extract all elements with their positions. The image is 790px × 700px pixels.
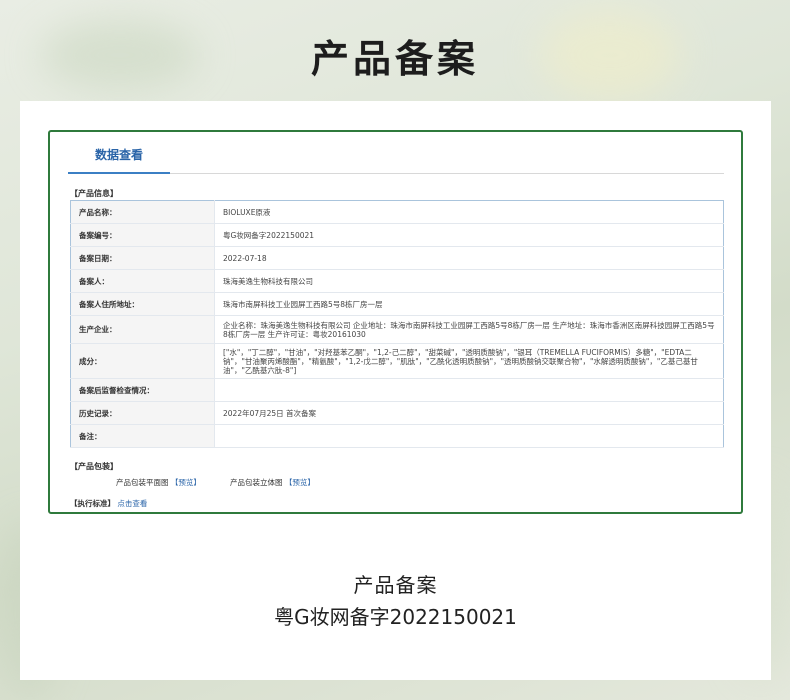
row-value: ["水"，"丁二醇"，"甘油"，"对羟基苯乙酮"，"1,2-己二醇"，"甜菜碱"… xyxy=(214,343,724,379)
packaging-flat-label: 产品包装平面图 xyxy=(116,478,169,487)
section-label-packaging: 【产品包装】 xyxy=(70,462,118,471)
row-key: 备注： xyxy=(70,424,215,448)
table-row: 历史记录： 2022年07月25日 首次备案 xyxy=(70,401,724,425)
page-title: 产品备案 xyxy=(310,37,479,81)
table-row: 备案人： 珠海美逸生物科技有限公司 xyxy=(70,269,724,293)
table-row: 生产企业： 企业名称：珠海美逸生物科技有限公司 企业地址：珠海市南屏科技工业园屏… xyxy=(70,315,724,344)
row-value: 2022年07月25日 首次备案 xyxy=(214,401,724,425)
row-key: 备案日期： xyxy=(70,246,215,270)
row-value xyxy=(214,378,724,402)
row-value xyxy=(214,424,724,448)
table-row: 产品名称： BIOLUXE原液 xyxy=(70,200,724,224)
section-label-standard: 【执行标准】 xyxy=(70,499,115,508)
packaging-solid-label: 产品包装立体图 xyxy=(230,478,283,487)
row-key: 成分： xyxy=(70,343,215,379)
footer-record-number: 粤G妆网备字2022150021 xyxy=(274,605,517,629)
row-key: 历史记录： xyxy=(70,401,215,425)
row-key: 备案人住所地址： xyxy=(70,292,215,316)
content-panel: 数据查看 【产品信息】 产品名称： BIOLUXE原液 备案编号： 粤G妆网备字… xyxy=(20,101,771,680)
row-key: 生产企业： xyxy=(70,315,215,344)
table-row: 备案人住所地址： 珠海市南屏科技工业园屏工西路5号8栋厂房一层 xyxy=(70,292,724,316)
product-info-table: 产品名称： BIOLUXE原液 备案编号： 粤G妆网备字2022150021 备… xyxy=(70,200,724,448)
row-value: 企业名称：珠海美逸生物科技有限公司 企业地址：珠海市南屏科技工业园屏工西路5号8… xyxy=(214,315,724,344)
row-key: 备案后监督检查情况： xyxy=(70,378,215,402)
table-row: 备案编号： 粤G妆网备字2022150021 xyxy=(70,223,724,247)
table-row: 备注： xyxy=(70,424,724,448)
standard-view-link[interactable]: 点击查看 xyxy=(117,499,147,508)
row-value: 2022-07-18 xyxy=(214,246,724,270)
tab-data-view[interactable]: 数据查看 xyxy=(68,144,170,174)
packaging-flat-preview-link[interactable]: 【预览】 xyxy=(171,478,201,487)
table-row: 备案后监督检查情况： xyxy=(70,378,724,402)
table-row: 备案日期： 2022-07-18 xyxy=(70,246,724,270)
packaging-solid-preview-link[interactable]: 【预览】 xyxy=(285,478,315,487)
standard-row: 【执行标准】 点击查看 xyxy=(70,498,147,509)
row-value: BIOLUXE原液 xyxy=(214,200,724,224)
packaging-solid: 产品包装立体图 【预览】 xyxy=(230,477,315,488)
row-value: 珠海市南屏科技工业园屏工西路5号8栋厂房一层 xyxy=(214,292,724,316)
row-key: 备案编号： xyxy=(70,223,215,247)
tab-bar: 数据查看 xyxy=(68,144,724,174)
footer-title: 产品备案 xyxy=(353,573,438,597)
packaging-flat: 产品包装平面图 【预览】 xyxy=(116,477,201,488)
row-key: 产品名称： xyxy=(70,200,215,224)
record-card: 数据查看 【产品信息】 产品名称： BIOLUXE原液 备案编号： 粤G妆网备字… xyxy=(48,130,743,514)
row-key: 备案人： xyxy=(70,269,215,293)
row-value: 珠海美逸生物科技有限公司 xyxy=(214,269,724,293)
table-row: 成分： ["水"，"丁二醇"，"甘油"，"对羟基苯乙酮"，"1,2-己二醇"，"… xyxy=(70,343,724,379)
section-label-product-info: 【产品信息】 xyxy=(70,189,118,198)
row-value: 粤G妆网备字2022150021 xyxy=(214,223,724,247)
